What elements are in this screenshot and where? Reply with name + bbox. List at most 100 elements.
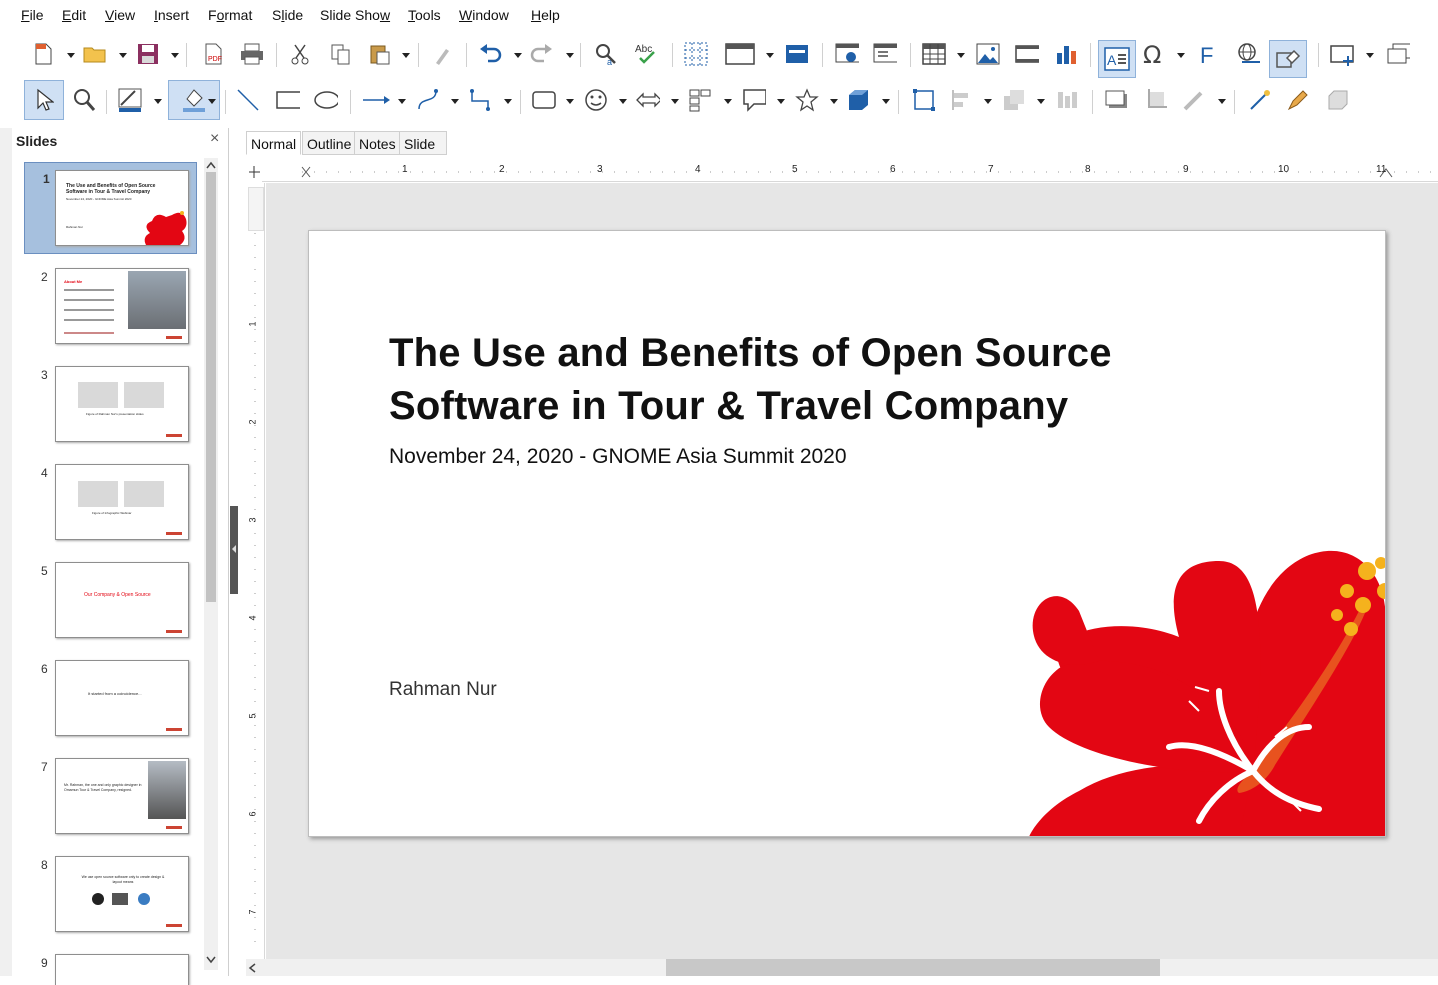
save-icon[interactable] bbox=[136, 42, 160, 66]
slide-thumbnail-2[interactable]: About Me bbox=[55, 268, 189, 344]
textbox-icon[interactable]: A bbox=[1098, 40, 1136, 78]
select-pointer-icon[interactable] bbox=[24, 80, 64, 120]
horizontal-scroll-thumb[interactable] bbox=[666, 959, 1160, 976]
image-icon[interactable] bbox=[976, 42, 1000, 66]
align-objects-icon[interactable] bbox=[950, 88, 974, 112]
distribute-icon[interactable] bbox=[1055, 88, 1079, 112]
fontwork-icon[interactable]: F bbox=[1196, 42, 1220, 66]
horizontal-scrollbar[interactable] bbox=[246, 959, 1438, 976]
scroll-up-icon[interactable] bbox=[206, 161, 216, 169]
start-slideshow-icon[interactable] bbox=[835, 42, 859, 66]
scroll-down-icon[interactable] bbox=[206, 956, 216, 964]
copy-icon[interactable] bbox=[329, 42, 353, 66]
connector-dropdown-icon[interactable] bbox=[504, 99, 512, 104]
callout-shapes-icon[interactable] bbox=[742, 88, 766, 112]
spelling-icon[interactable]: Abc bbox=[634, 42, 658, 66]
symbol-shapes-icon[interactable] bbox=[584, 88, 608, 112]
ellipse-tool-icon[interactable] bbox=[314, 88, 338, 112]
paste-icon[interactable] bbox=[368, 42, 392, 66]
hibiscus-flower-image[interactable] bbox=[1019, 541, 1385, 837]
menu-file[interactable]: File bbox=[21, 7, 44, 23]
slide-title[interactable]: The Use and Benefits of Open Source Soft… bbox=[389, 327, 1189, 433]
3d-objects-dropdown-icon[interactable] bbox=[882, 99, 890, 104]
scroll-left-icon[interactable] bbox=[248, 963, 256, 973]
basic-shapes-icon[interactable] bbox=[532, 88, 556, 112]
line-arrow-dropdown-icon[interactable] bbox=[398, 99, 406, 104]
rectangle-tool-icon[interactable] bbox=[276, 88, 300, 112]
slide-thumbnail-8[interactable]: We use open source software only to crea… bbox=[55, 856, 189, 932]
line-color-dropdown-icon[interactable] bbox=[154, 99, 162, 104]
zoom-icon[interactable] bbox=[72, 88, 96, 112]
find-replace-icon[interactable]: a bbox=[594, 42, 618, 66]
tab-normal[interactable]: Normal bbox=[246, 131, 302, 155]
block-arrows-dropdown-icon[interactable] bbox=[671, 99, 679, 104]
slide-subtitle[interactable]: November 24, 2020 - GNOME Asia Summit 20… bbox=[389, 445, 847, 469]
special-character-icon[interactable]: Ω bbox=[1142, 42, 1166, 66]
ruler-corner-icon[interactable] bbox=[246, 163, 262, 181]
chart-icon[interactable] bbox=[1055, 42, 1079, 66]
shadow-icon[interactable] bbox=[1104, 88, 1128, 112]
arrange-dropdown-icon[interactable] bbox=[1037, 99, 1045, 104]
edit-glue-points-icon[interactable] bbox=[1286, 88, 1310, 112]
slide-thumbnail-6[interactable]: It started from a coincidence... bbox=[55, 660, 189, 736]
slide-thumbnail-3[interactable]: Figure of Rahman Nur's presentation slid… bbox=[55, 366, 189, 442]
save-dropdown-icon[interactable] bbox=[171, 53, 179, 58]
new-slide-icon[interactable] bbox=[1330, 42, 1354, 66]
slides-pane-scrollbar[interactable] bbox=[204, 158, 218, 970]
redo-dropdown-icon[interactable] bbox=[566, 53, 574, 58]
basic-shapes-dropdown-icon[interactable] bbox=[566, 99, 574, 104]
menu-view[interactable]: View bbox=[105, 7, 135, 23]
menu-tools[interactable]: Tools bbox=[408, 7, 441, 23]
new-icon[interactable] bbox=[31, 42, 55, 66]
grid-icon[interactable] bbox=[684, 42, 708, 66]
slide-author[interactable]: Rahman Nur bbox=[389, 679, 497, 701]
paste-dropdown-icon[interactable] bbox=[402, 53, 410, 58]
fill-color-dropdown-icon[interactable] bbox=[208, 99, 216, 104]
undo-icon[interactable] bbox=[478, 42, 502, 66]
undo-dropdown-icon[interactable] bbox=[514, 53, 522, 58]
symbol-shapes-dropdown-icon[interactable] bbox=[619, 99, 627, 104]
block-arrows-icon[interactable] bbox=[636, 88, 660, 112]
filter-icon[interactable] bbox=[1182, 88, 1206, 112]
menu-help[interactable]: Help bbox=[531, 7, 560, 23]
hyperlink-icon[interactable] bbox=[1236, 42, 1260, 66]
callout-dropdown-icon[interactable] bbox=[777, 99, 785, 104]
print-icon[interactable] bbox=[240, 42, 264, 66]
table-dropdown-icon[interactable] bbox=[957, 53, 965, 58]
show-draw-functions-icon[interactable] bbox=[1269, 40, 1307, 78]
new-slide-dropdown-icon[interactable] bbox=[1366, 53, 1374, 58]
tab-outline[interactable]: Outline bbox=[302, 131, 357, 155]
flowchart-icon[interactable] bbox=[688, 88, 712, 112]
menu-window[interactable]: Window bbox=[459, 7, 509, 23]
menu-insert[interactable]: Insert bbox=[154, 7, 189, 23]
curve-dropdown-icon[interactable] bbox=[451, 99, 459, 104]
display-views-dropdown-icon[interactable] bbox=[766, 53, 774, 58]
line-color-icon[interactable] bbox=[118, 88, 142, 112]
curve-tool-icon[interactable] bbox=[416, 88, 440, 112]
slide-thumbnail-4[interactable]: Figure of Infographic Webinar bbox=[55, 464, 189, 540]
display-views-icon[interactable] bbox=[724, 42, 756, 66]
duplicate-slide-icon[interactable] bbox=[1386, 42, 1410, 66]
slide-canvas[interactable]: The Use and Benefits of Open Source Soft… bbox=[308, 230, 1386, 837]
line-tool-icon[interactable] bbox=[236, 88, 260, 112]
tab-slide-sorter[interactable]: Slide Sorter bbox=[399, 131, 448, 176]
cut-icon[interactable] bbox=[288, 42, 312, 66]
redo-icon[interactable] bbox=[530, 42, 554, 66]
table-icon[interactable] bbox=[922, 42, 946, 66]
horizontal-ruler[interactable]: 1 2 3 4 5 6 7 8 9 10 11 bbox=[262, 163, 1438, 182]
tab-notes[interactable]: Notes bbox=[354, 131, 401, 155]
menu-slide-show[interactable]: Slide Show bbox=[320, 7, 390, 23]
3d-objects-icon[interactable] bbox=[846, 88, 870, 112]
3d-toggle-icon[interactable] bbox=[1326, 88, 1350, 112]
menu-edit[interactable]: Edit bbox=[62, 7, 86, 23]
slides-pane-close-icon[interactable]: × bbox=[210, 130, 219, 148]
stars-icon[interactable] bbox=[795, 88, 819, 112]
menu-format[interactable]: Format bbox=[208, 7, 252, 23]
new-dropdown-icon[interactable] bbox=[67, 53, 75, 58]
slide-thumbnail-5[interactable]: Our Company & Open Source bbox=[55, 562, 189, 638]
line-arrow-tool-icon[interactable] bbox=[362, 88, 392, 112]
crop-image-icon[interactable] bbox=[1144, 88, 1168, 112]
toggle-extrusion-icon[interactable] bbox=[1248, 88, 1272, 112]
open-icon[interactable] bbox=[83, 42, 107, 66]
filter-dropdown-icon[interactable] bbox=[1218, 99, 1226, 104]
